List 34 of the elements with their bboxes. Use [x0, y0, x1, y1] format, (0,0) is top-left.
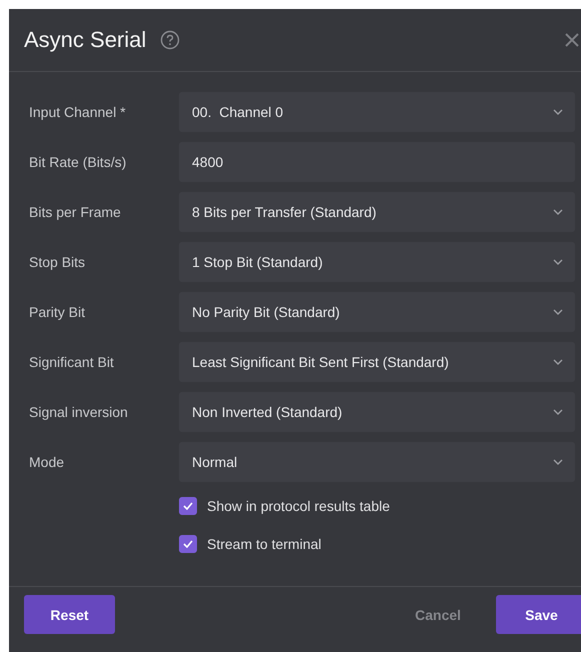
- save-button[interactable]: Save: [496, 595, 581, 634]
- checkbox-label: Show in protocol results table: [207, 498, 390, 514]
- dropdown-field[interactable]: Least Significant Bit Sent First (Standard): [179, 342, 575, 382]
- dropdown-field[interactable]: No Parity Bit (Standard): [179, 292, 575, 332]
- dropdown-field[interactable]: Non Inverted (Standard): [179, 392, 575, 432]
- checkbox-label: Stream to terminal: [207, 536, 322, 552]
- dialog-title: Async Serial: [24, 27, 146, 53]
- field-label: Input Channel *: [29, 104, 127, 120]
- checkmark-icon: [183, 502, 193, 510]
- chevron-down-icon: [553, 459, 563, 465]
- chevron-down-icon: [553, 409, 563, 415]
- chevron-down-icon: [553, 109, 563, 115]
- chevron-down-icon: [553, 259, 563, 265]
- field-label: Stop Bits: [29, 254, 86, 270]
- dropdown-field[interactable]: 1 Stop Bit (Standard): [179, 242, 575, 282]
- checkbox[interactable]: [179, 497, 197, 515]
- field-label: Significant Bit: [29, 354, 115, 370]
- reset-button[interactable]: Reset: [24, 595, 115, 634]
- field-label: Signal inversion: [29, 404, 129, 420]
- field-label: Bits per Frame: [29, 204, 122, 220]
- checkbox[interactable]: [179, 535, 197, 553]
- field-label: Bit Rate (Bits/s): [29, 154, 128, 170]
- chevron-down-icon: [553, 309, 563, 315]
- field-label: Mode: [29, 454, 66, 470]
- close-icon[interactable]: [565, 33, 579, 47]
- dropdown-field[interactable]: 00. Channel 0: [179, 92, 575, 132]
- dropdown-field[interactable]: Normal: [179, 442, 575, 482]
- field-label: Parity Bit: [29, 304, 86, 320]
- chevron-down-icon: [553, 209, 563, 215]
- dropdown-field[interactable]: 8 Bits per Transfer (Standard): [179, 192, 575, 232]
- checkmark-icon: [183, 540, 193, 548]
- help-icon[interactable]: [160, 30, 180, 50]
- input-field[interactable]: 4800: [179, 142, 575, 182]
- chevron-down-icon: [553, 359, 563, 365]
